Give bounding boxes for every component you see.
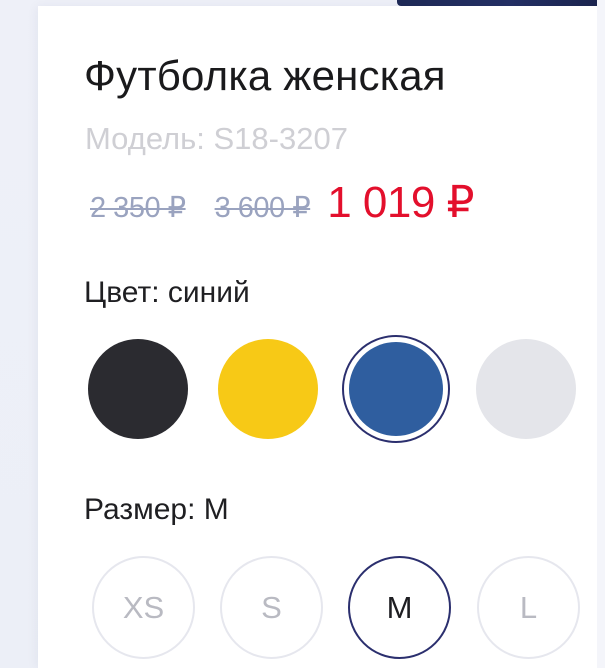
size-option-m[interactable]: M	[348, 556, 451, 659]
old-price-1: 2 350 ₽	[90, 192, 186, 224]
size-option-list: XS S M L	[92, 556, 602, 666]
color-swatch-fill	[349, 342, 443, 436]
size-option-xs[interactable]: XS	[92, 556, 195, 659]
size-option-l[interactable]: L	[477, 556, 580, 659]
size-label: Размер: M	[84, 493, 229, 526]
price-row: 2 350 ₽ 3 600 ₽ 1 019 ₽	[90, 178, 475, 232]
color-label: Цвет: синий	[84, 276, 250, 309]
color-swatch-blue[interactable]	[342, 335, 450, 443]
old-price-2: 3 600 ₽	[214, 192, 311, 224]
color-swatch-yellow[interactable]	[218, 339, 318, 439]
product-model: Модель: S18-3207	[85, 121, 348, 156]
color-swatch-list	[88, 335, 598, 443]
color-swatch-light-gray[interactable]	[476, 339, 576, 439]
product-title: Футболка женская	[84, 52, 446, 99]
current-price: 1 019 ₽	[327, 178, 475, 227]
color-swatch-black[interactable]	[88, 339, 188, 439]
size-option-s[interactable]: S	[220, 556, 323, 659]
product-page: Футболка женская Модель: S18-3207 2 350 …	[0, 0, 605, 668]
